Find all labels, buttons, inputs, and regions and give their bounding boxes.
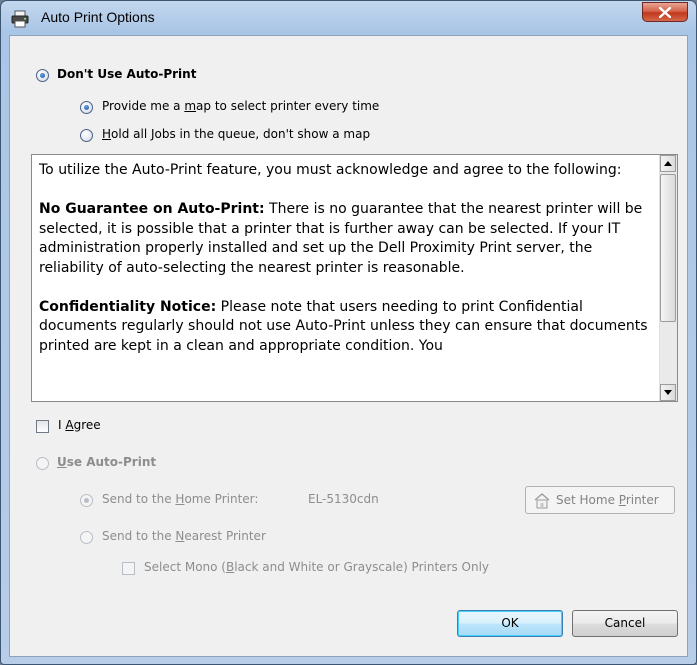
hold-jobs-radio[interactable] (80, 129, 93, 142)
window-title: Auto Print Options (41, 9, 155, 25)
agreement-intro: To utilize the Auto-Print feature, you m… (39, 162, 622, 178)
dialog-body: Don't Use Auto-Print Provide me a map to… (9, 35, 688, 657)
nearest-printer-radio[interactable] (80, 531, 93, 544)
agreement-text: To utilize the Auto-Print feature, you m… (39, 161, 651, 376)
nearest-printer-label[interactable]: Send to the Nearest Printer (102, 529, 266, 543)
scroll-up-button[interactable] (660, 155, 676, 172)
agreement-textbox[interactable]: To utilize the Auto-Print feature, you m… (31, 154, 678, 402)
home-printer-radio[interactable] (80, 494, 93, 507)
printer-icon (11, 10, 29, 28)
close-button[interactable] (642, 2, 688, 22)
title-bar[interactable]: Auto Print Options (1, 1, 696, 35)
set-home-printer-label: Set Home Printer (556, 493, 659, 507)
home-printer-name: EL-5130cdn (308, 492, 379, 506)
close-icon (659, 7, 671, 18)
ok-button[interactable]: OK (457, 610, 563, 637)
agree-label[interactable]: I Agree (58, 418, 101, 432)
agree-checkbox[interactable] (36, 420, 49, 433)
use-autoprint-label[interactable]: Use Auto-Print (57, 455, 156, 469)
dont-use-autoprint-radio[interactable] (36, 69, 49, 82)
set-home-printer-button[interactable]: Set Home Printer (525, 486, 675, 514)
cancel-button[interactable]: Cancel (572, 610, 678, 637)
agreement-confidentiality: Confidentiality Notice: Please note that… (39, 298, 648, 354)
home-icon (534, 493, 550, 509)
agreement-guarantee: No Guarantee on Auto-Print: There is no … (39, 201, 643, 276)
hold-jobs-label[interactable]: Hold all Jobs in the queue, don't show a… (102, 127, 370, 141)
mono-only-checkbox[interactable] (122, 562, 135, 575)
use-autoprint-radio[interactable] (36, 457, 49, 470)
scroll-down-button[interactable] (660, 384, 676, 401)
dont-use-autoprint-label[interactable]: Don't Use Auto-Print (57, 67, 196, 81)
map-every-time-label[interactable]: Provide me a map to select printer every… (102, 99, 379, 113)
agreement-scrollbar[interactable] (659, 155, 677, 401)
scroll-thumb[interactable] (660, 174, 676, 322)
map-every-time-radio[interactable] (80, 101, 93, 114)
mono-only-label[interactable]: Select Mono (Black and White or Grayscal… (144, 560, 489, 574)
arrow-down-icon (664, 390, 672, 395)
arrow-up-icon (664, 161, 672, 166)
home-printer-label[interactable]: Send to the Home Printer: (102, 492, 258, 506)
dialog-window: Auto Print Options Don't Use Auto-Print … (0, 0, 697, 665)
